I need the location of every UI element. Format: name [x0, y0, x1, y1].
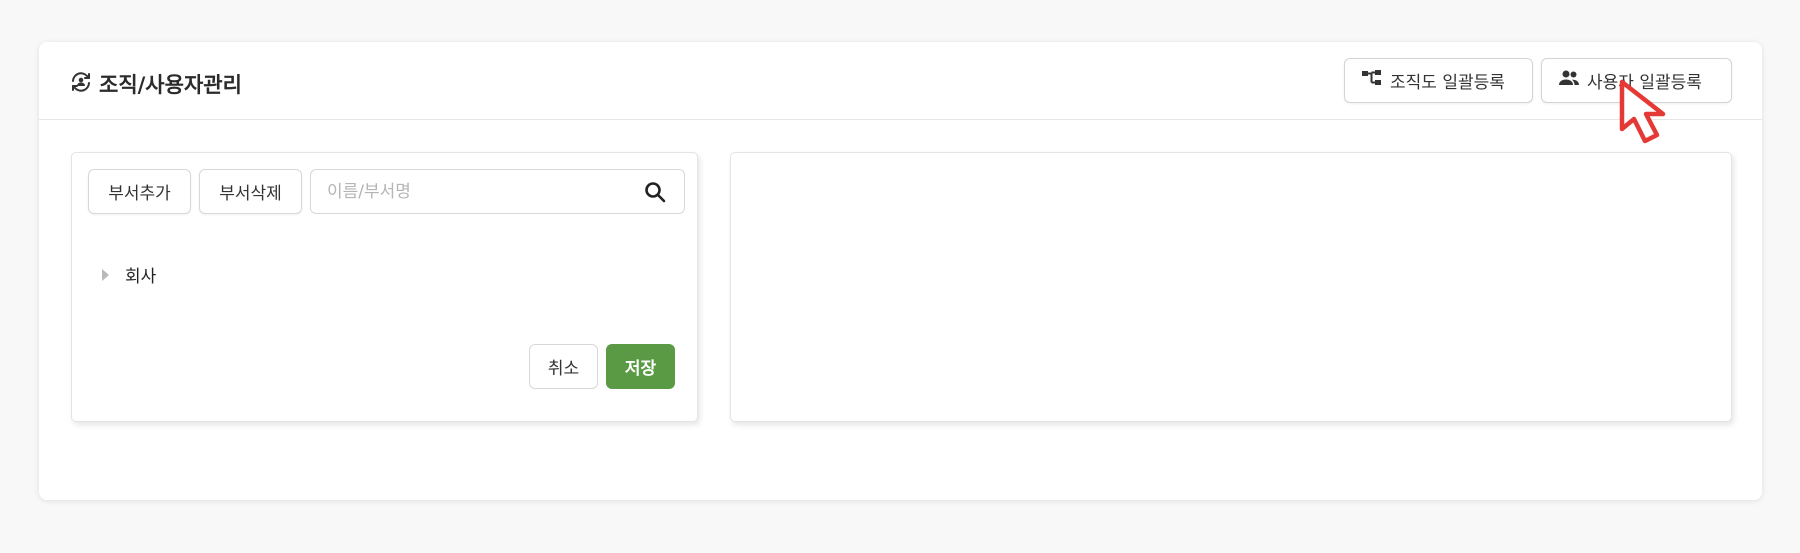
- page-title-text: 조직/사용자관리: [99, 73, 242, 97]
- users-icon: [1558, 69, 1580, 92]
- org-chart-bulk-register-button[interactable]: 조직도 일괄등록: [1344, 58, 1533, 103]
- tree-node-company[interactable]: 회사: [102, 262, 156, 287]
- sync-user-icon: [69, 70, 93, 99]
- mouse-pointer-icon: [1619, 79, 1666, 144]
- expand-arrow-icon[interactable]: [102, 268, 109, 281]
- search-input[interactable]: [327, 170, 627, 213]
- save-button[interactable]: 저장: [606, 344, 675, 389]
- tree-node-label: 회사: [125, 267, 157, 287]
- org-chart-bulk-register-label: 조직도 일괄등록: [1390, 73, 1505, 93]
- delete-department-button[interactable]: 부서삭제: [199, 169, 302, 214]
- detail-panel: [730, 152, 1732, 422]
- page-title: 조직/사용자관리: [69, 69, 242, 99]
- cancel-button[interactable]: 취소: [529, 344, 598, 389]
- org-user-management-card: 조직/사용자관리 조직도 일괄등록 사용자 일괄등록 부서추가 부서삭제 이름/…: [39, 42, 1762, 500]
- add-department-button[interactable]: 부서추가: [88, 169, 191, 214]
- search-icon[interactable]: [644, 181, 666, 203]
- org-tree-panel: 부서추가 부서삭제 회사 취소 저장: [71, 152, 698, 422]
- card-header: 조직/사용자관리 조직도 일괄등록 사용자 일괄등록: [39, 42, 1762, 120]
- org-chart-icon: [1361, 69, 1383, 92]
- search-box: [310, 169, 685, 214]
